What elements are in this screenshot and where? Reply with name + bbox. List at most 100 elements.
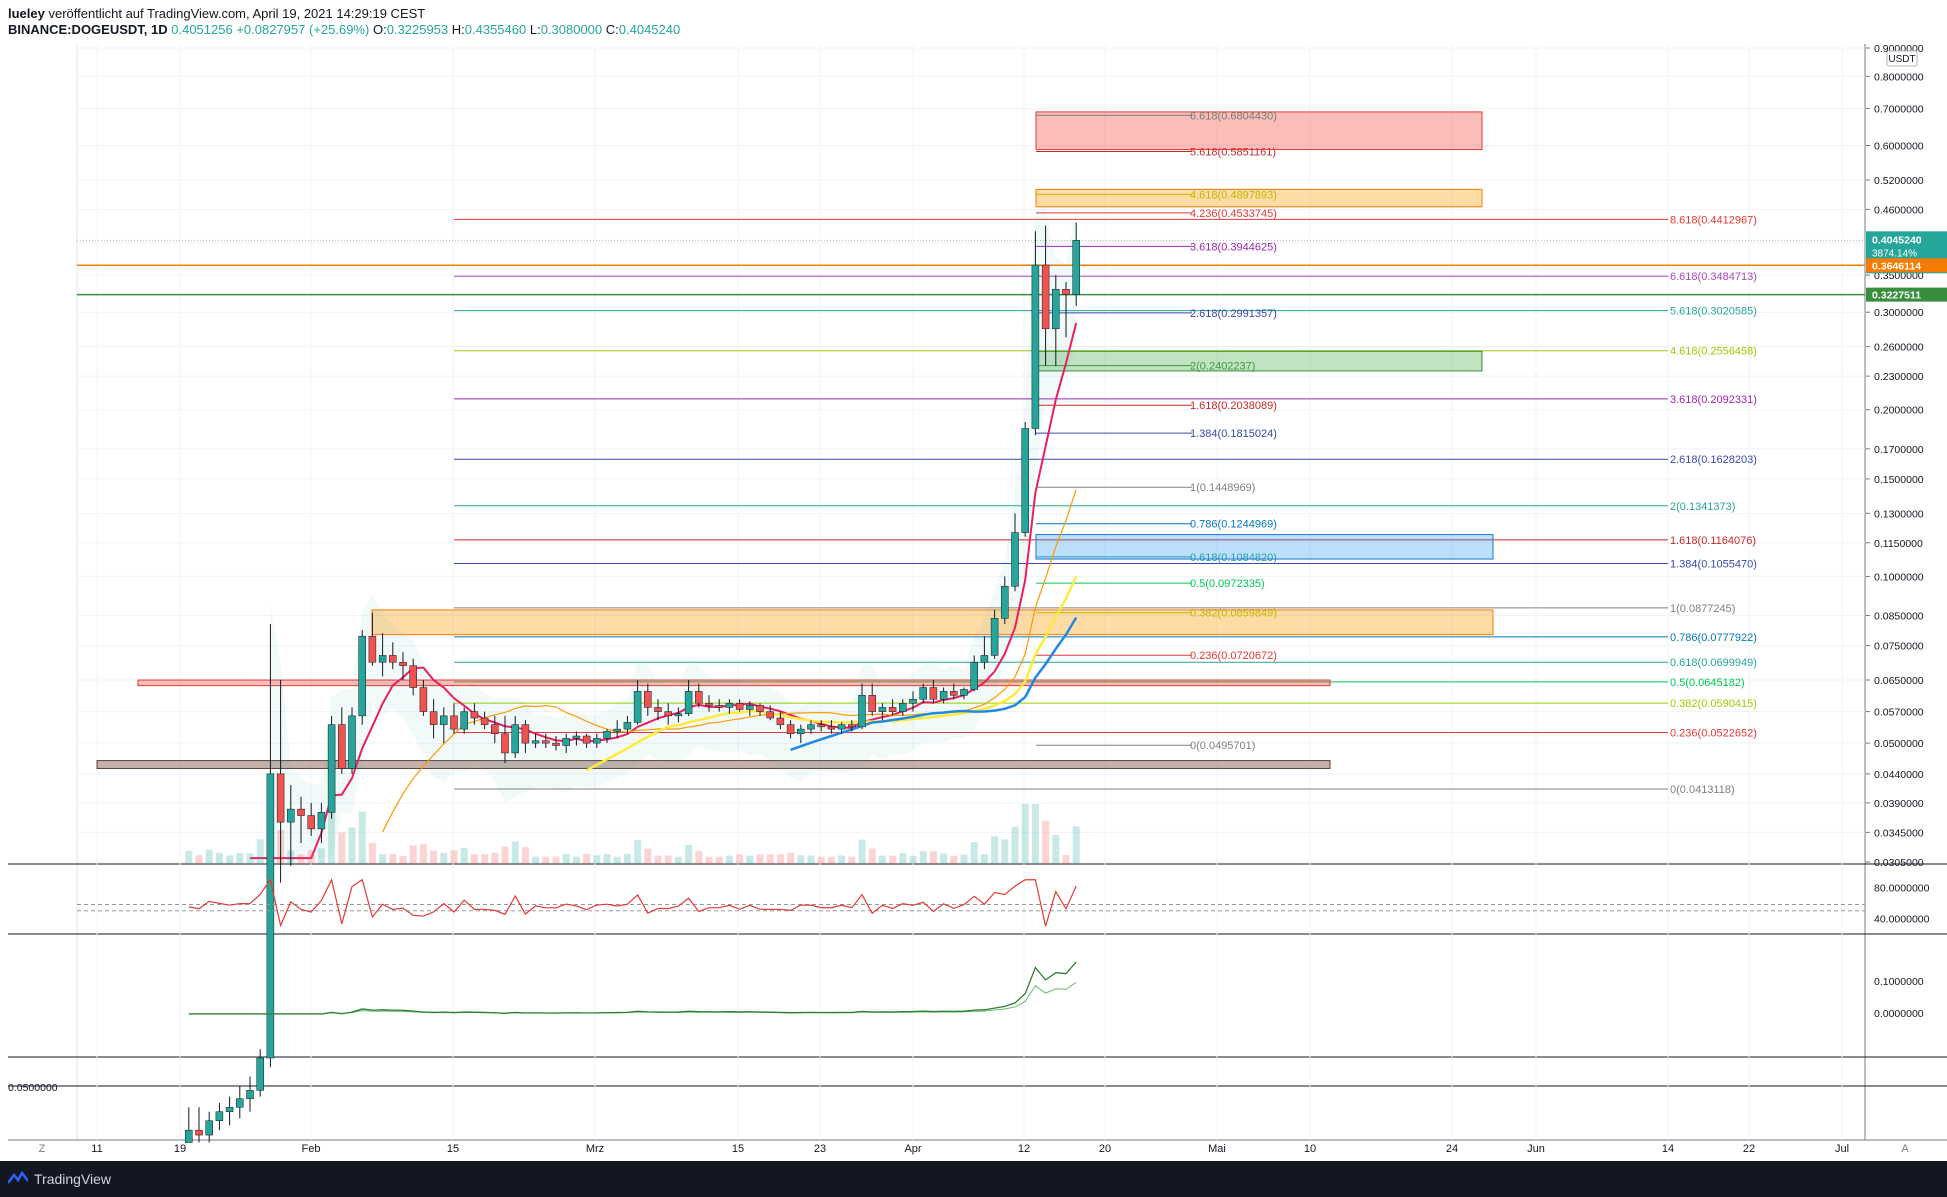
- time-tick-label: Apr: [904, 1143, 921, 1155]
- price-tick-label: 0.8000000: [1874, 71, 1924, 83]
- candle-body: [297, 808, 305, 816]
- price-tick-label: 0.4600000: [1874, 204, 1924, 216]
- time-tick-label: 19: [174, 1143, 186, 1155]
- candle-body: [1001, 585, 1009, 619]
- trading-chart[interactable]: 11 19 Feb 15 Mrz 15 23 Apr 12 20 Mai 10 24 Jun 14 22 Jul…: [0, 44, 1947, 1161]
- candle-body: [419, 687, 428, 712]
- volume-bar: [481, 854, 489, 864]
- volume-bar: [929, 851, 937, 864]
- fib-label-left: 4.618(0.2556458): [1670, 346, 1757, 358]
- candle-body: [501, 733, 509, 754]
- volume-bar: [409, 845, 417, 864]
- target-zone-red: [1035, 111, 1483, 151]
- candle-body: [980, 655, 989, 663]
- price-tick-label: 0.0345000: [1874, 827, 1924, 839]
- candle-body: [185, 1129, 193, 1143]
- fib-label-left: 0(0.0413118): [1670, 784, 1735, 796]
- volume-bar: [868, 848, 876, 864]
- candle-body: [195, 1129, 203, 1136]
- author-name[interactable]: lueley: [8, 6, 45, 21]
- candle-body: [266, 773, 275, 1059]
- volume-bar: [725, 855, 733, 864]
- volume-bar: [1072, 826, 1080, 864]
- volume-bar: [215, 852, 223, 864]
- candle-body: [970, 661, 978, 690]
- time-tick-label: 24: [1446, 1143, 1458, 1155]
- candle-body: [205, 1120, 213, 1136]
- price-tick-label: 0.2600000: [1874, 342, 1924, 354]
- symbol-info: BINANCE:DOGEUSDT, 1D 0.4051256 +0.082795…: [8, 22, 680, 37]
- fib-label-left: 3.618(0.2092331): [1670, 394, 1757, 406]
- volume-bar: [593, 855, 601, 864]
- price-tick-label: 0.2000000: [1874, 405, 1924, 417]
- candle-body: [470, 711, 479, 719]
- volume-bar: [756, 854, 764, 864]
- candle-body: [1011, 532, 1019, 587]
- volume-bar: [736, 854, 744, 864]
- last-price-badge-value: 0.4045240: [1872, 234, 1922, 246]
- currency-label: USDT: [1888, 54, 1915, 65]
- price-tick-label: 0.0650000: [1874, 675, 1924, 687]
- zoom-button-label: Z: [39, 1143, 46, 1155]
- fib-label-left: 5.618(0.3020585): [1670, 306, 1757, 318]
- volume-bar: [664, 855, 672, 864]
- volume-bar: [185, 850, 193, 864]
- volume-bar: [950, 855, 958, 864]
- fib-label-left: 2.618(0.1628203): [1670, 454, 1757, 466]
- volume-bar: [1001, 839, 1009, 864]
- volume-bar: [940, 853, 948, 864]
- price-tick-label: 0.1300000: [1874, 508, 1924, 520]
- volume-bar: [878, 855, 886, 864]
- candle-body: [338, 724, 346, 769]
- candle-body: [827, 726, 836, 730]
- fib-label-left: 0.618(0.0699949): [1670, 657, 1757, 669]
- volume-bar: [807, 855, 815, 864]
- volume-bar: [1062, 854, 1070, 864]
- fib-label-left: 1.618(0.1164076): [1670, 535, 1756, 547]
- volume-bar: [501, 846, 509, 864]
- volume-bar: [236, 852, 244, 864]
- time-tick-label: Jul: [1835, 1143, 1849, 1155]
- volume-bar: [399, 855, 407, 864]
- price-tick-label: 0.1700000: [1874, 444, 1924, 456]
- candle-body: [552, 742, 560, 746]
- candle-body: [1031, 264, 1040, 429]
- tradingview-brand[interactable]: TradingView: [34, 1171, 111, 1187]
- candle-body: [1072, 240, 1080, 295]
- volume-bar: [817, 856, 825, 864]
- candle-body: [613, 728, 621, 732]
- candle-body: [848, 724, 856, 728]
- tradingview-logo-icon: [8, 1171, 28, 1184]
- time-tick-label: Feb: [302, 1143, 321, 1155]
- candle-body: [246, 1090, 254, 1099]
- publish-date: veröffentlicht auf TradingView.com, Apri…: [48, 6, 426, 21]
- candle-body: [909, 699, 917, 704]
- rsi-tick-label: 40.0000000: [1874, 914, 1930, 926]
- candle-body: [582, 735, 591, 744]
- price-badge-value: 0.3646114: [1872, 260, 1921, 272]
- volume-bar: [532, 856, 540, 864]
- price-tick-label: 0.0305000: [1874, 857, 1924, 869]
- candle-body: [531, 740, 540, 744]
- volume-bar: [1021, 804, 1029, 864]
- candle-body: [746, 705, 754, 710]
- price-tick-label: 0.3000000: [1874, 307, 1924, 319]
- rsi-tick-label: 80.0000000: [1874, 883, 1930, 895]
- symbol-name[interactable]: BINANCE:DOGEUSDT, 1D: [8, 22, 168, 37]
- candle-body: [756, 705, 764, 712]
- volume-bar: [613, 856, 621, 864]
- volume-bar: [797, 855, 805, 864]
- volume-bar: [470, 854, 478, 864]
- candle-body: [521, 724, 530, 744]
- volume-bar: [970, 842, 978, 864]
- volume-bar: [491, 852, 499, 864]
- candle-body: [317, 812, 326, 830]
- candle-body: [1041, 264, 1050, 330]
- candle-body: [868, 695, 876, 712]
- price-tick-label: 0.1150000: [1874, 538, 1923, 550]
- candle-body: [440, 715, 448, 725]
- volume-bar: [542, 856, 550, 864]
- macd-tick-label: 0.0000000: [1874, 1008, 1924, 1020]
- candle-body: [511, 724, 519, 754]
- candle-body: [429, 711, 438, 725]
